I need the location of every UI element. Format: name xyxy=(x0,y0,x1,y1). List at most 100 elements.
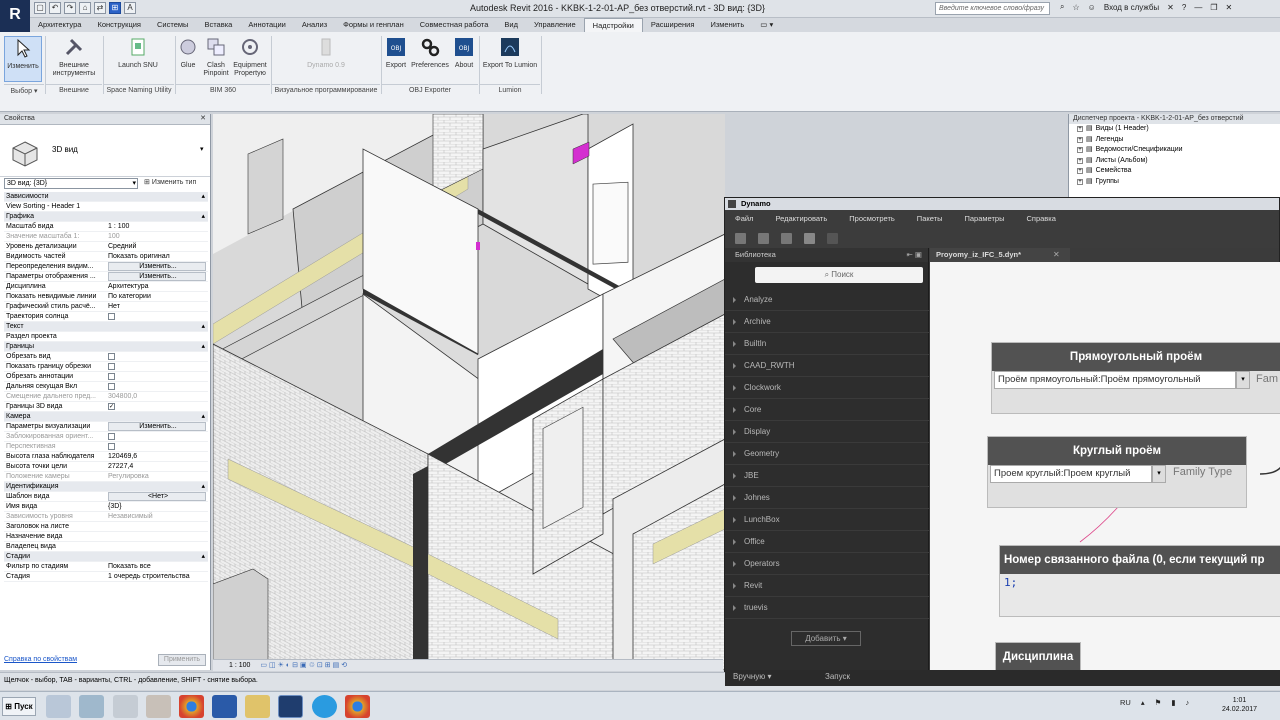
help-icon[interactable]: ? xyxy=(1182,3,1186,12)
revit-logo[interactable]: R xyxy=(0,0,30,32)
property-row[interactable]: Показать границу обрезки xyxy=(4,362,208,372)
redo-icon[interactable] xyxy=(827,232,838,244)
collapse-icon[interactable]: ▴ xyxy=(201,412,208,421)
property-checkbox[interactable] xyxy=(106,432,208,441)
expand-icon[interactable]: + xyxy=(1077,168,1083,175)
star-icon[interactable]: ☆ xyxy=(1072,3,1079,12)
library-item[interactable]: Core xyxy=(725,399,929,421)
browser-item[interactable]: + ▤ Листы (Альбом) xyxy=(1069,156,1280,167)
library-item[interactable]: JBE xyxy=(725,465,929,487)
library-item[interactable]: Johnes xyxy=(725,487,929,509)
start-button[interactable]: ⊞ Пуск xyxy=(2,697,36,716)
volume-icon[interactable]: ♪ xyxy=(1185,698,1189,707)
search-icon[interactable]: ⌕ xyxy=(1060,2,1064,12)
restore-icon[interactable]: ❐ xyxy=(1210,3,1217,12)
collapse-icon[interactable]: ▴ xyxy=(201,212,208,221)
property-checkbox[interactable]: ✓ xyxy=(106,402,208,411)
flag-icon[interactable]: ⚑ xyxy=(1155,698,1162,707)
tab-8[interactable]: Вид xyxy=(496,18,526,32)
property-row[interactable]: Показать невидимые линии По категории xyxy=(4,292,208,302)
library-item[interactable]: Archive xyxy=(725,311,929,333)
clock[interactable]: 1:01 24.02.2017 xyxy=(1222,696,1257,714)
family-type-select[interactable]: Проём прямоугольный:Проём прямоугольный xyxy=(994,371,1236,389)
library-item[interactable]: Display xyxy=(725,421,929,443)
tab-5[interactable]: Анализ xyxy=(294,18,335,32)
tab-6[interactable]: Формы и генплан xyxy=(335,18,412,32)
tab-9[interactable]: Управление xyxy=(526,18,584,32)
property-edit-button[interactable]: <Нет> xyxy=(108,492,206,501)
network-icon[interactable]: ▮ xyxy=(1171,698,1175,707)
expand-icon[interactable]: + xyxy=(1077,157,1083,164)
collapse-icon[interactable]: ▴ xyxy=(201,322,208,331)
home-icon[interactable]: ⌂ xyxy=(79,2,91,14)
chrome-icon[interactable] xyxy=(179,695,204,718)
node-rect-opening[interactable]: Прямоугольный проём Проём прямоугольный:… xyxy=(991,342,1280,414)
dynamo-menu-item[interactable]: Просмотреть xyxy=(849,210,895,228)
search-input[interactable]: Введите ключевое слово/фразу xyxy=(935,2,1050,15)
library-item[interactable]: Operators xyxy=(725,553,929,575)
browser-item[interactable]: + ▤ Семейства xyxy=(1069,166,1280,177)
property-row[interactable]: Заблокированная ориент... xyxy=(4,432,208,442)
browser-item[interactable]: + ▤ Группы xyxy=(1069,177,1280,188)
sync-icon[interactable]: ⇄ xyxy=(94,2,106,14)
save-icon[interactable] xyxy=(781,232,792,244)
undo-icon[interactable] xyxy=(804,232,815,244)
open-file-icon[interactable] xyxy=(758,232,769,244)
explorer-icon[interactable] xyxy=(46,695,71,718)
tab-7[interactable]: Совместная работа xyxy=(412,18,497,32)
property-checkbox[interactable] xyxy=(106,312,208,321)
property-row[interactable]: Параметры отображения ... Изменить... xyxy=(4,272,208,282)
property-row[interactable]: Положение камеры Регулировка xyxy=(4,472,208,482)
property-row[interactable]: Заголовок на листе xyxy=(4,522,208,532)
property-row[interactable]: Шаблон вида <Нет> xyxy=(4,492,208,502)
chevron-down-icon[interactable]: ▾ xyxy=(200,145,204,153)
property-row[interactable]: Обрезать вид xyxy=(4,352,208,362)
browser-item[interactable]: + ▤ Виды (1 Header) xyxy=(1069,124,1280,135)
settings-icon[interactable] xyxy=(113,695,138,718)
library-item[interactable]: Analyze xyxy=(725,289,929,311)
chevron-down-icon[interactable]: ▾ xyxy=(1236,371,1250,389)
close-icon[interactable]: ✕ xyxy=(1053,250,1060,259)
library-item[interactable]: CAAD_RWTH xyxy=(725,355,929,377)
minimize-icon[interactable]: — xyxy=(1194,3,1202,12)
property-row[interactable]: Зависимость уровня Независимый xyxy=(4,512,208,522)
redo-icon[interactable]: ↷ xyxy=(64,2,76,14)
undo-icon[interactable]: ↶ xyxy=(49,2,61,14)
property-section[interactable]: Камера ▴ xyxy=(4,412,208,422)
apply-button[interactable]: Применить xyxy=(158,654,206,666)
property-row[interactable]: Значение масштаба 1: 100 xyxy=(4,232,208,242)
browser-item[interactable]: + ▤ Легенды xyxy=(1069,135,1280,146)
property-row[interactable]: Имя вида {3D} xyxy=(4,502,208,512)
property-row[interactable]: Высота глаза наблюдателя 120469,6 xyxy=(4,452,208,462)
property-checkbox[interactable] xyxy=(106,382,208,391)
view-select[interactable]: 3D вид: {3D} ▾ xyxy=(4,178,138,189)
tab-3[interactable]: Вставка xyxy=(196,18,240,32)
property-row[interactable]: Видимость частей Показать оригинал xyxy=(4,252,208,262)
property-section[interactable]: Стадии ▴ xyxy=(4,552,208,562)
external-tools-button[interactable]: Внешние инструменты xyxy=(50,36,98,78)
library-item[interactable]: BuiltIn xyxy=(725,333,929,355)
property-row[interactable]: Высота точки цели 27227,4 xyxy=(4,462,208,472)
about-button[interactable]: OBJ About xyxy=(452,36,476,70)
code-block[interactable]: 1; xyxy=(1004,576,1017,589)
property-row[interactable]: Параметры визуализации Изменить... xyxy=(4,422,208,432)
library-item[interactable]: Clockwork xyxy=(725,377,929,399)
user-icon[interactable]: ☺ xyxy=(1088,3,1096,12)
dynamo-menu-item[interactable]: Справка xyxy=(1026,210,1055,228)
property-checkbox[interactable] xyxy=(106,372,208,381)
collapse-icon[interactable]: ▴ xyxy=(201,552,208,561)
clash-pinpoint-button[interactable]: Clash Pinpoint xyxy=(201,36,231,78)
property-row[interactable]: Стадия 1 очередь строительства xyxy=(4,572,208,582)
property-row[interactable]: Перспективная xyxy=(4,442,208,452)
run-mode-select[interactable]: Вручную ▾ xyxy=(733,672,772,681)
node-discipline[interactable]: Дисциплина xyxy=(995,642,1081,672)
language-indicator[interactable]: RU xyxy=(1120,698,1131,707)
obj-export-button[interactable]: OBJ Export xyxy=(384,36,408,70)
media-icon[interactable] xyxy=(79,695,104,718)
property-row[interactable]: Графический стиль расчё... Нет xyxy=(4,302,208,312)
tray-chevron-icon[interactable]: ▴ xyxy=(1141,698,1145,707)
library-item[interactable]: Geometry xyxy=(725,443,929,465)
dynamo-menu-item[interactable]: Редактировать xyxy=(775,210,827,228)
expand-icon[interactable]: + xyxy=(1077,136,1083,143)
dynamo-menu-item[interactable]: Пакеты xyxy=(917,210,943,228)
